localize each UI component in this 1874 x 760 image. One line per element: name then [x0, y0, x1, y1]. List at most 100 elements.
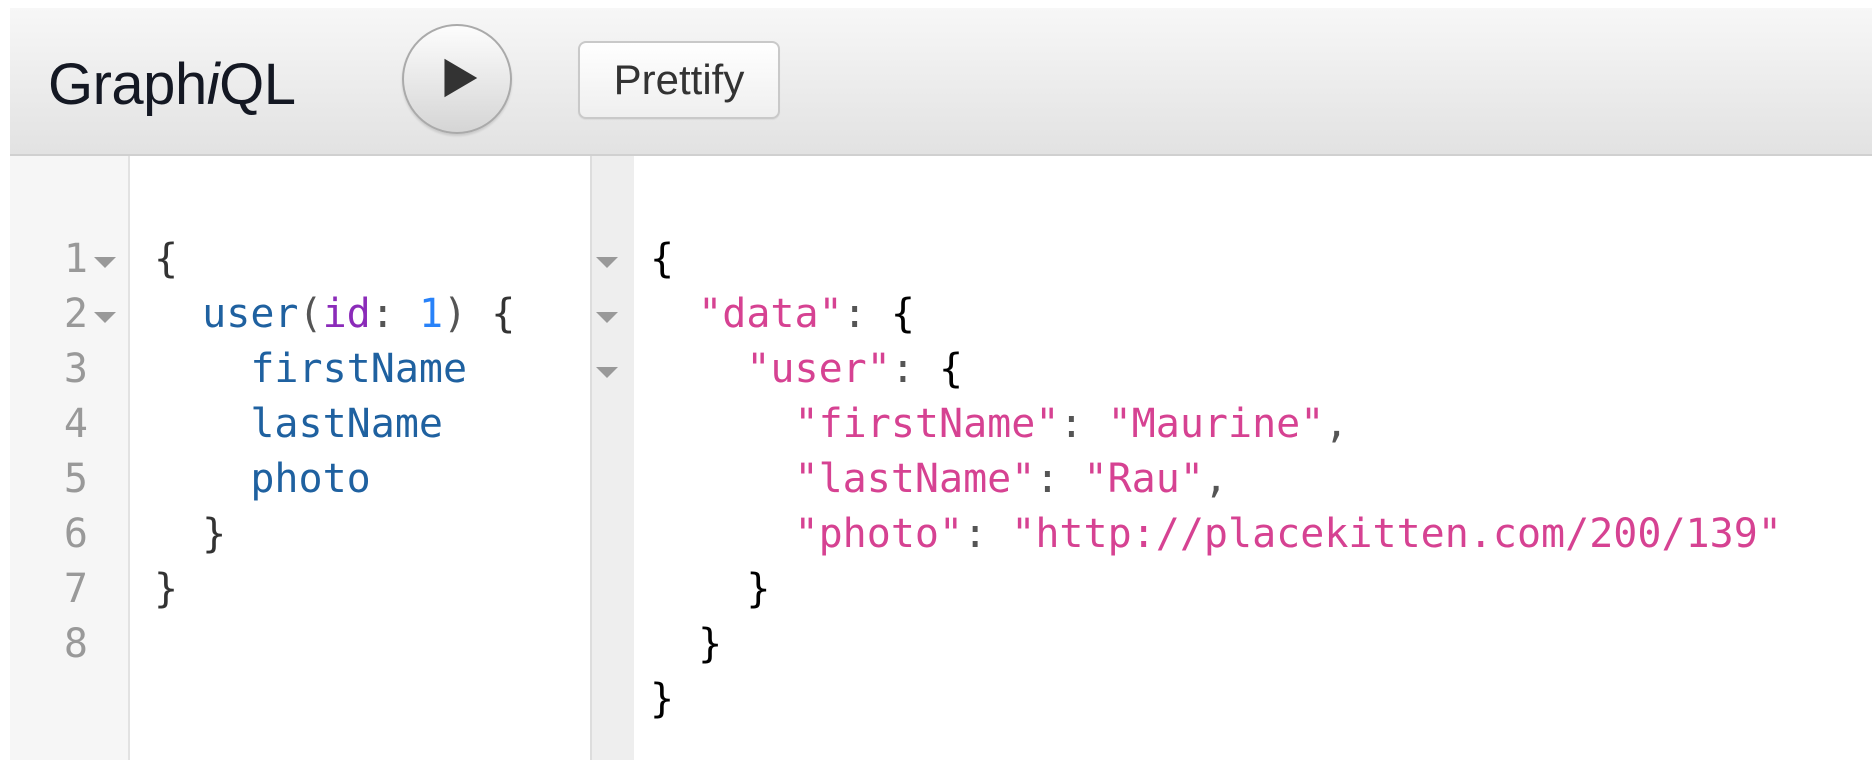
token-ws: [650, 566, 746, 612]
token-ws: [650, 291, 698, 337]
result-viewer[interactable]: { "data": { "user": { "firstName": "Maur…: [634, 156, 1872, 760]
token-field: firstName: [250, 346, 468, 392]
fold-toggle-icon[interactable]: [596, 367, 618, 378]
token-res-brace: {: [890, 291, 915, 337]
token-res-punct: :: [842, 291, 891, 337]
fold-toggle-icon[interactable]: [94, 312, 116, 323]
token-brace: }: [154, 566, 179, 612]
token-ws: [650, 621, 698, 667]
token-res-punct: :: [1035, 456, 1084, 502]
fold-row: [594, 507, 634, 562]
token-str: "lastName": [794, 456, 1036, 502]
result-line: "firstName": "Maurine",: [650, 397, 1782, 452]
token-ws: [650, 346, 746, 392]
fold-row: [92, 507, 122, 562]
token-ws: [650, 401, 795, 447]
token-ws: [650, 511, 795, 557]
line-numbers: 1 2 3 4 5 6 7 8: [10, 232, 88, 672]
result-line: }: [650, 672, 1782, 727]
token-ws: [154, 291, 202, 337]
token-str: "Maurine": [1107, 401, 1325, 447]
line-number: 5: [63, 456, 88, 502]
token-res-brace: }: [746, 566, 771, 612]
line-number: 7: [63, 566, 88, 612]
token-res-punct: :: [1059, 401, 1108, 447]
fold-toggle-icon[interactable]: [596, 312, 618, 323]
token-num: 1: [418, 291, 444, 337]
token-brace: {: [491, 291, 516, 337]
token-arg: id: [322, 291, 371, 337]
token-str: "Rau": [1083, 456, 1204, 502]
query-fold-markers: [92, 232, 122, 672]
token-ws: [154, 456, 250, 502]
fold-row: [594, 397, 634, 452]
token-str: "data": [698, 291, 843, 337]
query-line: }: [154, 562, 515, 617]
token-str: "user": [746, 346, 891, 392]
result-code: { "data": { "user": { "firstName": "Maur…: [650, 232, 1782, 727]
token-res-brace: }: [650, 676, 675, 722]
result-gutter: [590, 156, 634, 760]
fold-toggle-icon[interactable]: [596, 257, 618, 268]
play-icon: [444, 58, 478, 98]
query-line: user(id: 1) {: [154, 287, 515, 342]
line-number: 1: [63, 236, 88, 282]
title-suffix: QL: [219, 52, 296, 117]
fold-toggle-icon[interactable]: [94, 257, 116, 268]
fold-row: [92, 342, 122, 397]
graphiql-window: GraphiQL Prettify 1 2 3 4 5 6 7 8 { user(id: 1)…: [10, 8, 1872, 760]
token-res-brace: }: [698, 621, 723, 667]
result-fold-markers: [594, 232, 634, 727]
token-ws: [650, 456, 795, 502]
token-str: "photo": [794, 511, 964, 557]
token-str: "http://placekitten.com/200/139": [1011, 511, 1782, 557]
result-line: "data": {: [650, 287, 1782, 342]
token-punct: :: [370, 291, 419, 337]
result-line: "user": {: [650, 342, 1782, 397]
token-res-brace: {: [939, 346, 964, 392]
result-line: }: [650, 617, 1782, 672]
query-editor-gutter: 1 2 3 4 5 6 7 8: [10, 156, 130, 760]
token-res-punct: ,: [1324, 401, 1349, 447]
line-number: 4: [63, 401, 88, 447]
fold-row: [92, 617, 122, 672]
fold-row: [594, 562, 634, 617]
query-line: photo: [154, 452, 515, 507]
token-brace: {: [154, 236, 179, 282]
line-number: 3: [63, 346, 88, 392]
token-punct: (: [298, 291, 323, 337]
line-number: 6: [63, 511, 88, 557]
fold-row: [92, 452, 122, 507]
query-code[interactable]: { user(id: 1) { firstName lastName photo…: [154, 232, 515, 672]
token-res-punct: :: [890, 346, 939, 392]
toolbar: GraphiQL Prettify: [10, 8, 1872, 156]
token-punct: ): [443, 291, 492, 337]
fold-row: [594, 342, 634, 397]
token-field: user: [202, 291, 299, 337]
line-number: 8: [63, 621, 88, 667]
fold-row: [92, 397, 122, 452]
execute-query-button[interactable]: [402, 24, 512, 134]
token-ws: [154, 346, 250, 392]
app-title: GraphiQL: [48, 50, 296, 120]
fold-row: [92, 562, 122, 617]
fold-row: [594, 452, 634, 507]
query-line: }: [154, 507, 515, 562]
token-res-punct: ,: [1203, 456, 1229, 502]
token-brace: }: [202, 511, 227, 557]
query-editor[interactable]: { user(id: 1) { firstName lastName photo…: [130, 156, 590, 760]
line-number: 2: [63, 291, 88, 337]
fold-row: [594, 287, 634, 342]
query-line: lastName: [154, 397, 515, 452]
fold-row: [92, 287, 122, 342]
token-ws: [154, 401, 250, 447]
query-line: {: [154, 232, 515, 287]
token-res-punct: :: [963, 511, 1012, 557]
token-field: photo: [250, 456, 371, 502]
token-ws: [154, 511, 202, 557]
result-line: }: [650, 562, 1782, 617]
fold-row: [594, 617, 634, 672]
fold-row: [92, 232, 122, 287]
editor-area: 1 2 3 4 5 6 7 8 { user(id: 1) { firstName lastN…: [10, 156, 1872, 760]
prettify-button[interactable]: Prettify: [578, 41, 780, 119]
